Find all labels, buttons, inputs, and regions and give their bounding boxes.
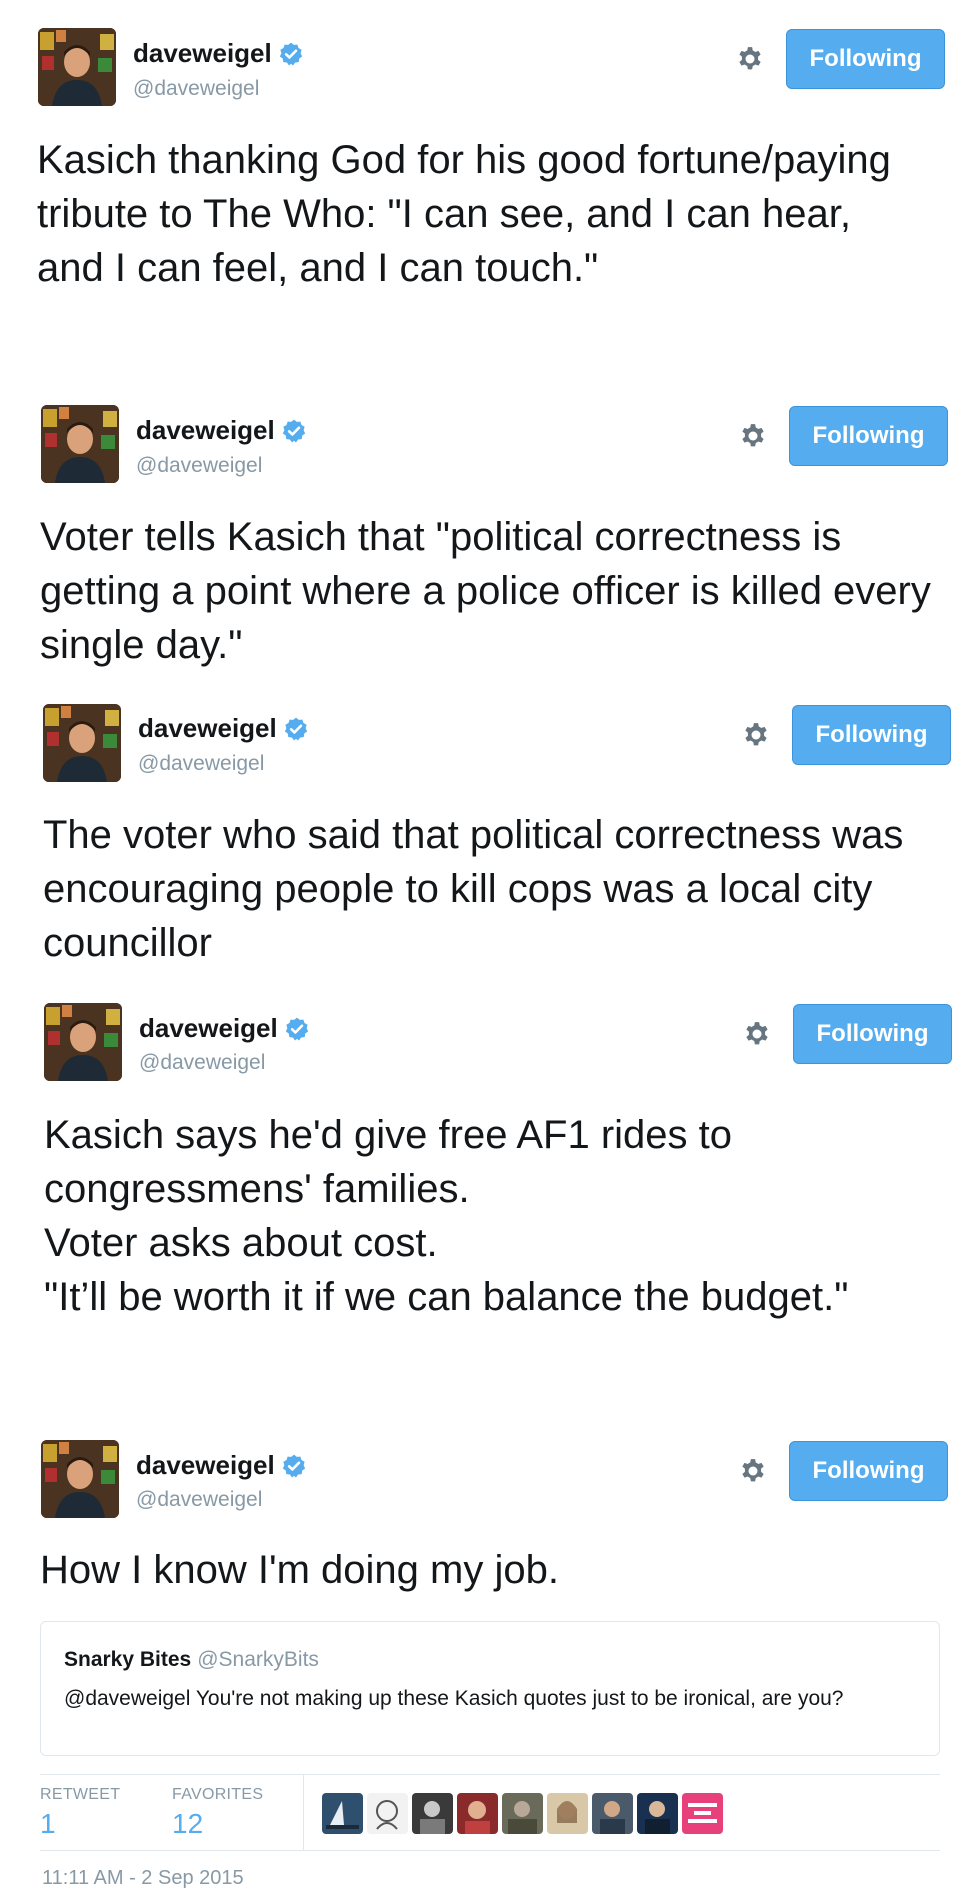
- user-name[interactable]: daveweigel: [139, 1013, 310, 1044]
- favoriter-avatar[interactable]: [367, 1793, 408, 1834]
- gear-icon[interactable]: [741, 720, 771, 750]
- favoriter-avatar[interactable]: [637, 1793, 678, 1834]
- following-button[interactable]: Following: [793, 1004, 952, 1064]
- gear-icon[interactable]: [738, 1456, 768, 1486]
- favoriter-avatar[interactable]: [322, 1793, 363, 1834]
- quote-author-name[interactable]: Snarky Bites: [64, 1648, 191, 1671]
- avatar[interactable]: [38, 28, 116, 106]
- user-handle[interactable]: @daveweigel: [133, 77, 259, 101]
- stats-bottom-divider: [40, 1850, 940, 1851]
- quote-author-handle[interactable]: @SnarkyBits: [197, 1648, 319, 1671]
- user-handle[interactable]: @daveweigel: [139, 1051, 265, 1075]
- user-name-text[interactable]: daveweigel: [136, 415, 275, 446]
- favoriter-avatar[interactable]: [412, 1793, 453, 1834]
- retweet-count[interactable]: 1: [40, 1808, 56, 1840]
- avatar[interactable]: [43, 704, 121, 782]
- user-name-text[interactable]: daveweigel: [133, 38, 272, 69]
- favoriter-avatar[interactable]: [502, 1793, 543, 1834]
- avatar[interactable]: [44, 1003, 122, 1081]
- retweet-label[interactable]: RETWEET: [40, 1786, 120, 1804]
- favoriter-avatars: [322, 1793, 723, 1834]
- user-name[interactable]: daveweigel: [136, 415, 307, 446]
- following-button[interactable]: Following: [792, 705, 951, 765]
- user-handle[interactable]: @daveweigel: [138, 752, 264, 776]
- user-name-text[interactable]: daveweigel: [138, 713, 277, 744]
- favoriter-avatar[interactable]: [682, 1793, 723, 1834]
- avatar[interactable]: [41, 405, 119, 483]
- avatar[interactable]: [41, 1440, 119, 1518]
- tweet-timestamp[interactable]: 11:11 AM - 2 Sep 2015: [42, 1867, 244, 1890]
- following-button[interactable]: Following: [789, 406, 948, 466]
- verified-badge-icon: [285, 1017, 308, 1040]
- user-handle[interactable]: @daveweigel: [136, 454, 262, 478]
- gear-icon[interactable]: [735, 44, 765, 74]
- verified-badge-icon: [279, 42, 302, 65]
- tweet-text: Voter tells Kasich that "political corre…: [40, 515, 942, 667]
- user-name-text[interactable]: daveweigel: [136, 1450, 275, 1481]
- user-name[interactable]: daveweigel: [136, 1450, 307, 1481]
- user-name[interactable]: daveweigel: [133, 38, 304, 69]
- tweet-text: Kasich thanking God for his good fortune…: [37, 138, 903, 290]
- verified-badge-icon: [284, 717, 307, 740]
- favorites-label[interactable]: FAVORITES: [172, 1786, 263, 1804]
- stats-top-divider: [40, 1774, 940, 1775]
- quote-text: @daveweigel You're not making up these K…: [64, 1687, 844, 1710]
- stats-vertical-divider: [303, 1774, 304, 1850]
- gear-icon[interactable]: [742, 1019, 772, 1049]
- favorites-count[interactable]: 12: [172, 1808, 203, 1840]
- quoted-tweet-card[interactable]: Snarky Bites @SnarkyBits @daveweigel You'…: [40, 1621, 940, 1756]
- user-name-text[interactable]: daveweigel: [139, 1013, 278, 1044]
- gear-icon[interactable]: [738, 421, 768, 451]
- following-button[interactable]: Following: [789, 1441, 948, 1501]
- tweet-text: How I know I'm doing my job.: [40, 1548, 559, 1592]
- verified-badge-icon: [282, 419, 305, 442]
- following-button[interactable]: Following: [786, 29, 945, 89]
- tweet-text: Kasich says he'd give free AF1 rides to …: [44, 1113, 849, 1319]
- user-handle[interactable]: @daveweigel: [136, 1488, 262, 1512]
- favoriter-avatar[interactable]: [457, 1793, 498, 1834]
- verified-badge-icon: [282, 1454, 305, 1477]
- favoriter-avatar[interactable]: [547, 1793, 588, 1834]
- favoriter-avatar[interactable]: [592, 1793, 633, 1834]
- user-name[interactable]: daveweigel: [138, 713, 309, 744]
- tweet-text: The voter who said that political correc…: [43, 813, 915, 965]
- quote-author[interactable]: Snarky Bites @SnarkyBits: [64, 1648, 319, 1672]
